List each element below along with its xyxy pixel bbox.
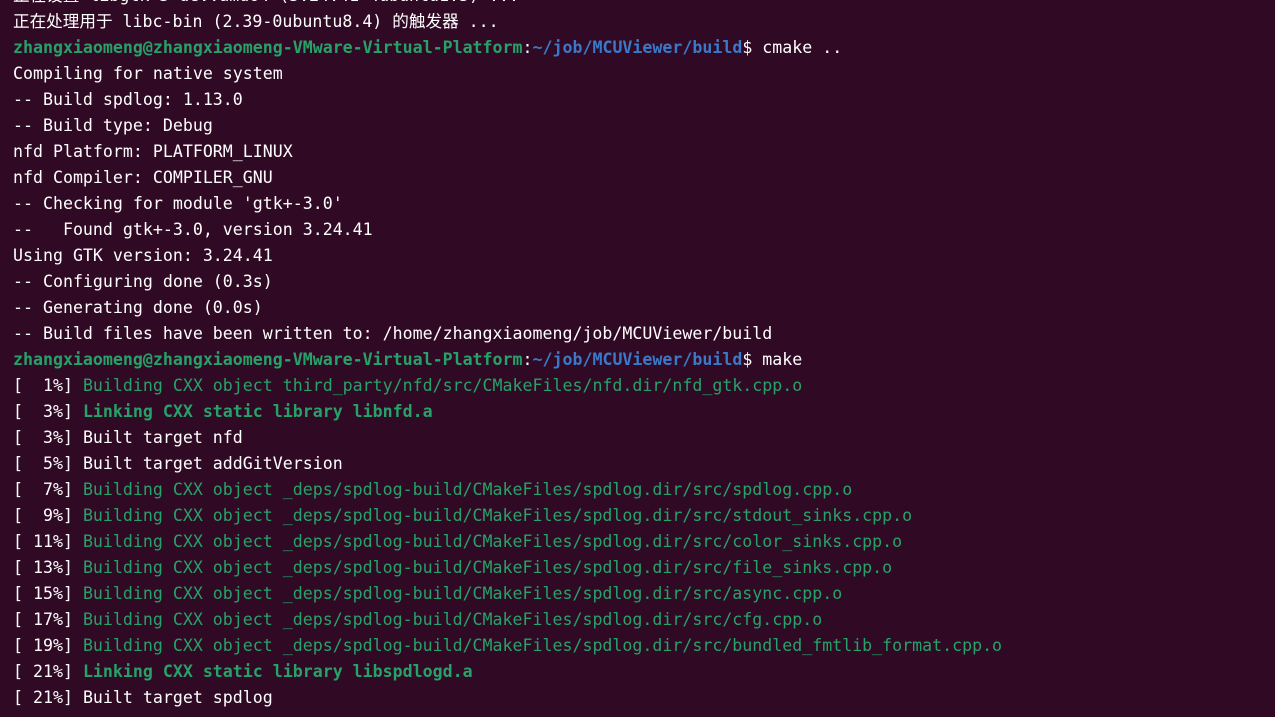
make-output-line: [ 3%] Built target nfd (13, 425, 1275, 451)
progress-percent: [ 3%] (13, 428, 83, 447)
output-line: -- Build files have been written to: /ho… (13, 324, 773, 343)
progress-percent: [ 5%] (13, 454, 83, 473)
command-text: cmake .. (762, 38, 843, 57)
progress-percent: [ 7%] (13, 480, 83, 499)
make-message: Building CXX object _deps/spdlog-build/C… (82, 480, 853, 499)
make-output-line: [ 21%] Built target spdlog (13, 685, 1275, 711)
prompt-path: ~/job/MCUViewer/build (532, 38, 743, 57)
prompt-dollar: $ (742, 38, 763, 57)
output-line: -- Build type: Debug (13, 116, 213, 135)
output-line: nfd Compiler: COMPILER_GNU (13, 168, 273, 187)
make-output-line: [ 9%] Building CXX object _deps/spdlog-b… (13, 503, 1275, 529)
make-output-line: [ 1%] Building CXX object third_party/nf… (13, 373, 1275, 399)
make-message: Building CXX object _deps/spdlog-build/C… (82, 558, 893, 577)
terminal-window[interactable]: 正在设置 libgtk-3-dev:amd64 (3.24.41-4ubuntu… (0, 0, 1275, 717)
output-line: -- Configuring done (0.3s) (13, 272, 273, 291)
make-output-line: [ 15%] Building CXX object _deps/spdlog-… (13, 581, 1275, 607)
prompt-user-host: zhangxiaomeng@zhangxiaomeng-VMware-Virtu… (13, 350, 523, 369)
make-output-line: [ 7%] Building CXX object _deps/spdlog-b… (13, 477, 1275, 503)
output-line: Using GTK version: 3.24.41 (13, 246, 273, 265)
make-output-line: [ 13%] Building CXX object _deps/spdlog-… (13, 555, 1275, 581)
output-line: nfd Platform: PLATFORM_LINUX (13, 142, 293, 161)
make-message: Building CXX object _deps/spdlog-build/C… (82, 610, 823, 629)
make-message: Building CXX object _deps/spdlog-build/C… (82, 506, 913, 525)
make-message: Built target nfd (82, 428, 243, 447)
make-message: Building CXX object _deps/spdlog-build/C… (82, 584, 843, 603)
output-line: -- Found gtk+-3.0, version 3.24.41 (13, 220, 373, 239)
prompt-colon: : (522, 38, 533, 57)
output-line: -- Generating done (0.0s) (13, 298, 263, 317)
prompt-user-host: zhangxiaomeng@zhangxiaomeng-VMware-Virtu… (13, 38, 523, 57)
make-output-line: [ 11%] Building CXX object _deps/spdlog-… (13, 529, 1275, 555)
make-output-line: [ 3%] Linking CXX static library libnfd.… (13, 399, 1275, 425)
make-output-line: [ 19%] Building CXX object _deps/spdlog-… (13, 633, 1275, 659)
prompt-path: ~/job/MCUViewer/build (532, 350, 743, 369)
make-output-line: [ 17%] Building CXX object _deps/spdlog-… (13, 607, 1275, 633)
make-message: Built target spdlog (82, 688, 273, 707)
output-line: -- Checking for module 'gtk+-3.0' (13, 194, 343, 213)
make-output-line: [ 21%] Linking CXX static library libspd… (13, 659, 1275, 685)
progress-percent: [ 21%] (13, 662, 83, 681)
command-text: make (762, 350, 803, 369)
make-output-line: [ 5%] Built target addGitVersion (13, 451, 1275, 477)
make-message: Linking CXX static library libnfd.a (82, 402, 433, 421)
make-message: Linking CXX static library libspdlogd.a (82, 662, 473, 681)
output-line: Compiling for native system (13, 64, 283, 83)
prompt-dollar: $ (742, 350, 763, 369)
output-line: -- Build spdlog: 1.13.0 (13, 90, 243, 109)
prompt-line: zhangxiaomeng@zhangxiaomeng-VMware-Virtu… (13, 35, 1275, 61)
progress-percent: [ 19%] (13, 636, 83, 655)
progress-percent: [ 9%] (13, 506, 83, 525)
make-message: Building CXX object _deps/spdlog-build/C… (82, 532, 903, 551)
progress-percent: [ 15%] (13, 584, 83, 603)
make-message: Building CXX object _deps/spdlog-build/C… (82, 636, 1003, 655)
terminal-output: 正在设置 libgtk-3-dev:amd64 (3.24.41-4ubuntu… (13, 0, 1275, 711)
output-line: 正在处理用于 libc-bin (2.39-0ubuntu8.4) 的触发器 .… (13, 12, 499, 31)
progress-percent: [ 21%] (13, 688, 83, 707)
progress-percent: [ 1%] (13, 376, 83, 395)
progress-percent: [ 13%] (13, 558, 83, 577)
output-line: 正在设置 libgtk-3-dev:amd64 (3.24.41-4ubuntu… (13, 0, 1275, 9)
make-message: Built target addGitVersion (82, 454, 343, 473)
prompt-line: zhangxiaomeng@zhangxiaomeng-VMware-Virtu… (13, 347, 1275, 373)
progress-percent: [ 11%] (13, 532, 83, 551)
prompt-colon: : (522, 350, 533, 369)
progress-percent: [ 3%] (13, 402, 83, 421)
make-message: Building CXX object third_party/nfd/src/… (82, 376, 803, 395)
progress-percent: [ 17%] (13, 610, 83, 629)
